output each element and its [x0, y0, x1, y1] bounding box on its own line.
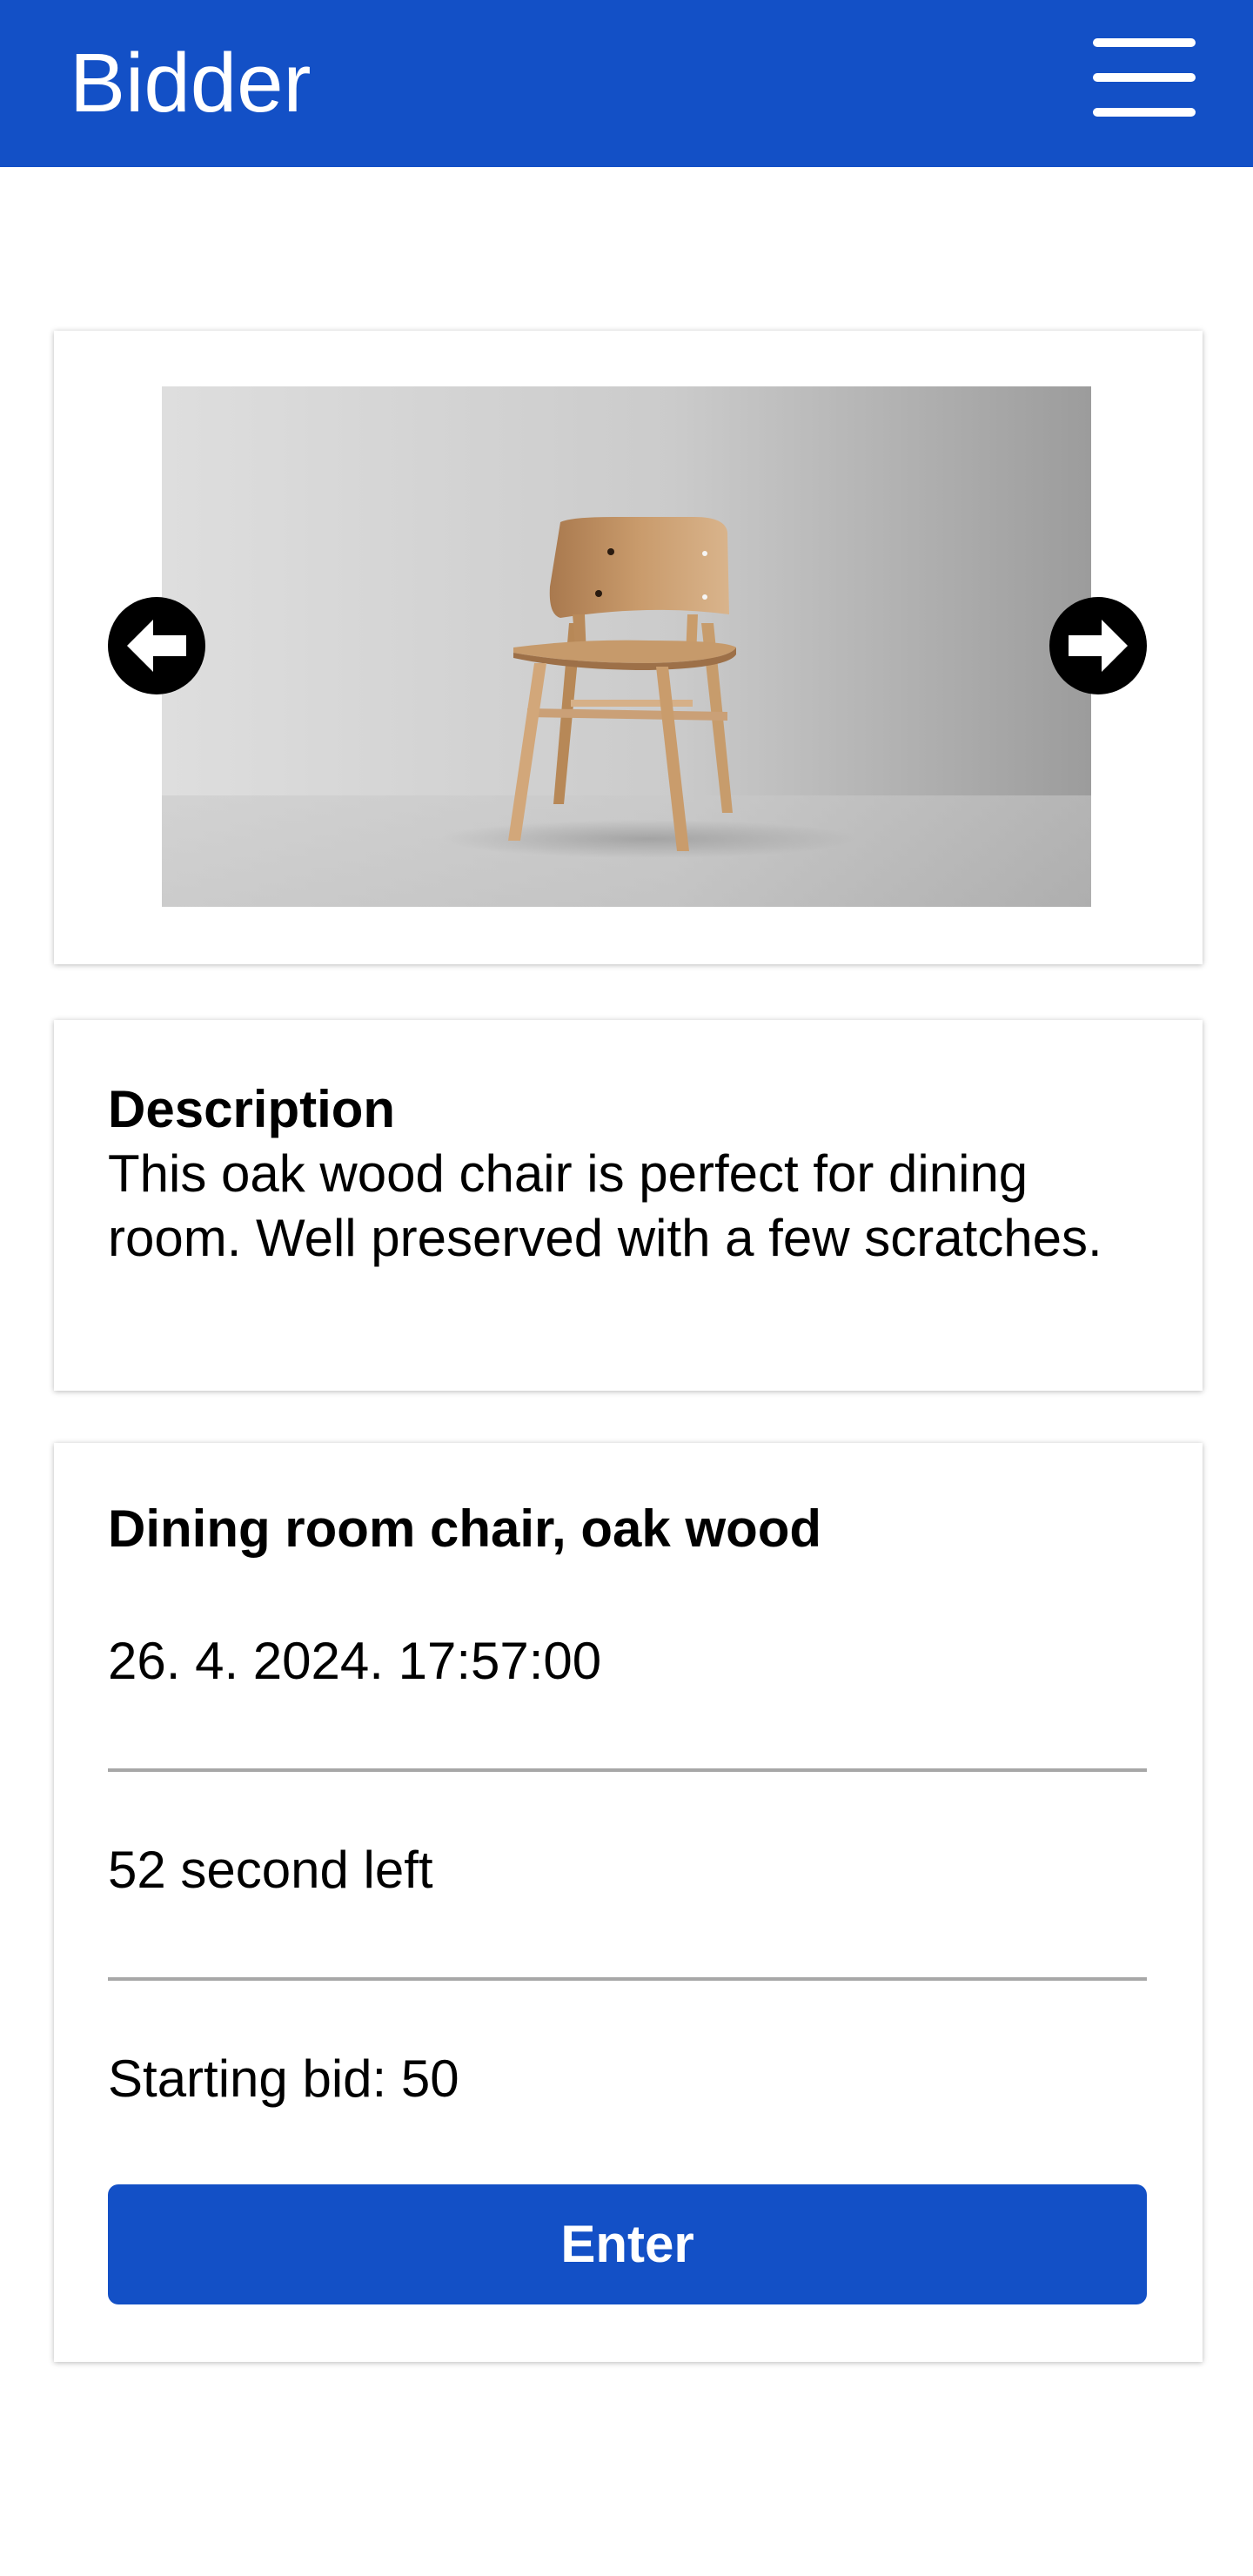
description-text: This oak wood chair is perfect for dinin…: [108, 1144, 1102, 1267]
item-name: Dining room chair, oak wood: [108, 1499, 822, 1558]
item-photo: [162, 386, 1091, 907]
countdown-text: 52 second left: [108, 1841, 433, 1899]
hamburger-menu-icon[interactable]: [1079, 26, 1201, 131]
arrow-right-circle-icon[interactable]: [1049, 597, 1147, 694]
image-gallery-card: [54, 331, 1203, 964]
auction-details-card: Dining room chair, oak wood 26. 4. 2024.…: [54, 1443, 1203, 2362]
app-title: Bidder: [70, 37, 312, 130]
description-card: Description This oak wood chair is perfe…: [54, 1020, 1203, 1391]
auction-datetime: 26. 4. 2024. 17:57:00: [108, 1632, 602, 1690]
starting-bid: Starting bid: 50: [108, 2049, 459, 2108]
divider: [108, 1768, 1147, 1772]
enter-button[interactable]: Enter: [108, 2184, 1147, 2304]
arrow-left-circle-icon[interactable]: [108, 597, 205, 694]
description-heading: Description: [108, 1080, 396, 1138]
app-bar: Bidder: [0, 0, 1253, 167]
divider: [108, 1977, 1147, 1981]
